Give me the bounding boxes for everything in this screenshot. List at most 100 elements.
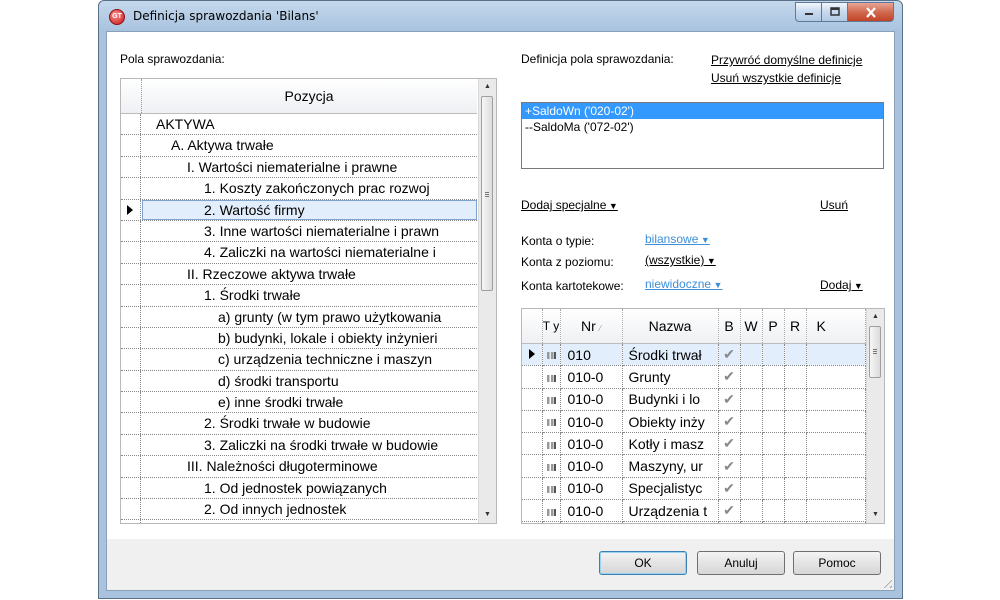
field-row[interactable]: e) inne środki trwałe	[121, 392, 477, 414]
accounts-grid[interactable]: T y Nr ⁄ Nazwa B W P R K 010 Środki trwał…	[521, 308, 885, 524]
p-cell	[762, 499, 785, 523]
scroll-thumb[interactable]	[869, 326, 881, 378]
remove-all-definitions-link[interactable]: Usuń wszystkie definicje	[711, 71, 841, 85]
field-row[interactable]: 3. Inne wartości niematerialne i prawn	[121, 220, 477, 243]
minimize-button[interactable]	[795, 2, 822, 22]
account-row[interactable]: 010-0 Grunty ✔	[522, 365, 866, 389]
column-header-b[interactable]: B	[718, 309, 741, 344]
account-row[interactable]: 010-0 Budynki i lo ✔	[522, 388, 866, 411]
definition-list[interactable]: +SaldoWn ('020-02') --SaldoMa ('072-02')	[521, 102, 884, 169]
column-header-type[interactable]: T y	[542, 309, 561, 344]
field-row[interactable]: AKTYWA	[121, 114, 477, 136]
column-header-nazwa[interactable]: Nazwa	[622, 309, 719, 344]
add-dropdown[interactable]: Dodaj ▼	[820, 278, 863, 292]
field-row[interactable]: I. Wartości niematerialne i prawne	[121, 156, 477, 179]
analytic-dropdown[interactable]: niewidoczne ▼	[645, 277, 722, 291]
add-special-label: Dodaj specjalne	[521, 198, 607, 212]
resize-grip-icon[interactable]	[880, 576, 892, 588]
scroll-thumb[interactable]	[481, 96, 493, 291]
ok-button[interactable]: OK	[599, 551, 687, 575]
definition-item[interactable]: +SaldoWn ('020-02')	[522, 103, 883, 119]
field-row[interactable]: II. Rzeczowe aktywa trwałe	[121, 263, 477, 286]
account-type-label: Konta o typie:	[521, 234, 595, 248]
row-indicator	[522, 499, 543, 523]
account-row[interactable]: 010-0 Specjalistyc ✔	[522, 477, 866, 501]
k-header-label: K	[816, 318, 826, 334]
r-cell	[784, 521, 807, 523]
p-cell	[762, 343, 785, 367]
field-row[interactable]: IV. Inwestycje długoterminowe	[121, 520, 477, 523]
row-indicator	[121, 413, 141, 434]
account-number-cell: 010-0	[560, 521, 623, 523]
column-header-p[interactable]: P	[762, 309, 785, 344]
r-cell	[784, 454, 807, 478]
row-indicator	[121, 156, 141, 178]
add-special-link[interactable]: Dodaj specjalne ▼	[521, 198, 618, 212]
w-cell	[740, 343, 763, 367]
k-cell	[806, 343, 866, 367]
scroll-up-icon[interactable]: ▲	[479, 79, 496, 95]
column-header-k[interactable]: K	[806, 309, 866, 344]
scroll-down-icon[interactable]: ▼	[479, 507, 496, 523]
w-cell	[740, 499, 763, 523]
row-indicator	[121, 456, 141, 477]
fields-grid-header: Pozycja	[121, 79, 477, 114]
w-cell	[740, 477, 763, 501]
field-row[interactable]: a) grunty (w tym prawo użytkowania	[121, 306, 477, 328]
field-row[interactable]: b) budynki, lokale i obiekty inżynieri	[121, 327, 477, 350]
row-indicator	[121, 499, 141, 520]
field-row[interactable]: III. Należności długoterminowe	[121, 456, 477, 478]
cancel-button[interactable]: Anuluj	[697, 551, 785, 575]
fields-grid[interactable]: Pozycja AKTYWA A. Aktywa trwałe I. Wartośc…	[120, 78, 497, 524]
column-header-pozycja[interactable]: Pozycja	[141, 79, 477, 113]
b-check-cell: ✔	[718, 410, 741, 434]
account-row[interactable]: 010-0Środki t✔	[522, 521, 866, 523]
scroll-up-icon[interactable]: ▲	[867, 309, 884, 325]
maximize-button[interactable]	[822, 2, 848, 22]
account-row[interactable]: 010-0 Kotły i masz ✔	[522, 432, 866, 456]
field-row-label: 1. Od jednostek powiązanych	[204, 479, 387, 496]
column-header-nr[interactable]: Nr ⁄	[560, 309, 623, 344]
column-header-r[interactable]: R	[784, 309, 807, 344]
definition-item[interactable]: --SaldoMa ('072-02')	[522, 119, 883, 135]
restore-defaults-link[interactable]: Przywróć domyślne definicje	[711, 53, 862, 67]
field-row[interactable]: A. Aktywa trwałe	[121, 135, 477, 157]
field-row[interactable]: 1. Od jednostek powiązanych	[121, 477, 477, 500]
field-row-label: AKTYWA	[156, 116, 215, 132]
row-indicator	[522, 388, 543, 411]
fields-scrollbar[interactable]: ▲ ▼	[478, 79, 496, 523]
account-row[interactable]: 010-0 Maszyny, ur ✔	[522, 454, 866, 478]
field-row[interactable]: 2. Od innych jednostek	[121, 499, 477, 521]
field-row[interactable]: d) środki transportu	[121, 370, 477, 393]
account-row[interactable]: 010-0 Obiekty inży ✔	[522, 410, 866, 434]
row-indicator	[522, 365, 543, 389]
level-dropdown[interactable]: (wszystkie) ▼	[645, 253, 716, 267]
accounts-scrollbar[interactable]: ▲ ▼	[866, 309, 884, 523]
field-row[interactable]: 1. Środki trwałe	[121, 285, 477, 307]
field-row[interactable]: 4. Zaliczki na wartości niematerialne i	[121, 242, 477, 264]
dropdown-arrow-icon: ▼	[851, 281, 863, 291]
field-row[interactable]: 2. Wartość firmy	[121, 199, 477, 221]
row-indicator	[522, 477, 543, 501]
field-row-label: III. Należności długoterminowe	[187, 458, 378, 475]
account-row[interactable]: 010 Środki trwał ✔	[522, 343, 866, 367]
row-indicator	[121, 135, 141, 156]
balance-account-icon	[546, 352, 556, 360]
row-indicator	[522, 454, 543, 478]
scroll-down-icon[interactable]: ▼	[867, 507, 884, 523]
remove-link[interactable]: Usuń	[820, 198, 848, 212]
column-header-w[interactable]: W	[740, 309, 763, 344]
account-type-dropdown[interactable]: bilansowe ▼	[645, 232, 710, 246]
r-cell	[784, 432, 807, 456]
field-row[interactable]: c) urządzenia techniczne i maszyn	[121, 349, 477, 371]
help-button[interactable]: Pomoc	[793, 551, 881, 575]
field-row[interactable]: 3. Zaliczki na środki trwałe w budowie	[121, 434, 477, 457]
field-row[interactable]: 1. Koszty zakończonych prac rozwoj	[121, 178, 477, 200]
definition-label: Definicja pola sprawozdania:	[521, 52, 674, 66]
accounts-table-body: 010 Środki trwał ✔ 010-0 Grunty ✔ 010-0 Budynki…	[522, 343, 866, 523]
field-row[interactable]: 2. Środki trwałe w budowie	[121, 413, 477, 435]
row-indicator	[522, 521, 543, 523]
account-row[interactable]: 010-0 Urządzenia t ✔	[522, 499, 866, 523]
close-button[interactable]	[848, 2, 894, 22]
title-bar[interactable]: GT Definicja sprawozdania 'Bilans'	[99, 1, 902, 31]
